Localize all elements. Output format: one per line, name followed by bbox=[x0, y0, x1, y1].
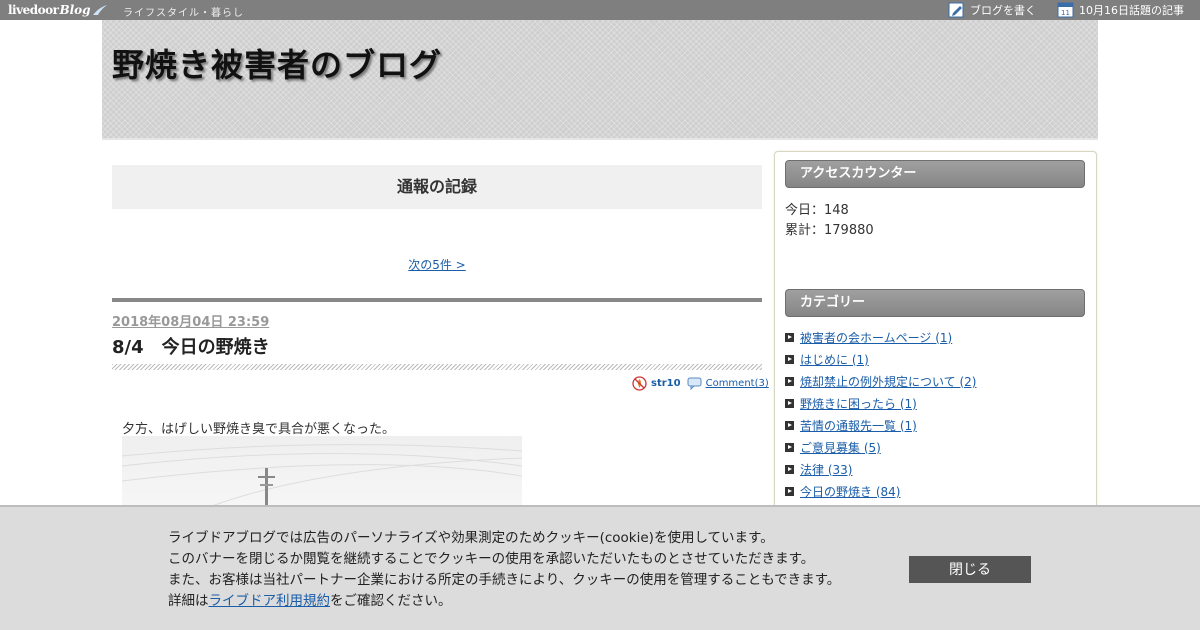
logo-blog-text: Blog bbox=[59, 3, 91, 17]
blog-title[interactable]: 野焼き被害者のブログ bbox=[112, 40, 442, 86]
pencil-icon bbox=[948, 2, 964, 18]
counter-today: 今日：148 bbox=[785, 203, 849, 218]
cookie-line-4-suffix: をご確認ください。 bbox=[330, 593, 452, 609]
category-link[interactable]: 今日の野焼き (84) bbox=[800, 483, 900, 500]
next-page-link[interactable]: 次の5件 > bbox=[408, 258, 466, 272]
category-link[interactable]: 野焼きに困ったら (1) bbox=[800, 395, 917, 412]
post-author[interactable]: str10 bbox=[651, 378, 681, 389]
list-item: ご意見募集 (5) bbox=[785, 436, 976, 458]
bullet-arrow-icon bbox=[785, 486, 794, 496]
title-underline bbox=[112, 364, 762, 370]
close-cookie-button[interactable]: 閉じる bbox=[909, 556, 1031, 583]
comment-link[interactable]: Comment(3) bbox=[706, 378, 769, 389]
pagination: 次の5件 > bbox=[112, 256, 762, 273]
category-link[interactable]: 焼却禁止の例外規定について (2) bbox=[800, 373, 976, 390]
bullet-arrow-icon bbox=[785, 464, 794, 474]
bullet-arrow-icon bbox=[785, 332, 794, 342]
cookie-notice-text: ライブドアブログでは広告のパーソナライズや効果測定のためクッキー(cookie)… bbox=[168, 528, 840, 612]
category-link[interactable]: はじめに (1) bbox=[800, 351, 869, 368]
bullet-arrow-icon bbox=[785, 354, 794, 364]
write-blog-label: ブログを書く bbox=[970, 3, 1036, 17]
blog-header: 野焼き被害者のブログ bbox=[102, 20, 1098, 140]
post-title[interactable]: 8/4 今日の野焼き bbox=[112, 333, 270, 359]
comment-icon bbox=[687, 377, 702, 390]
category-heading: カテゴリー bbox=[785, 289, 1085, 317]
bullet-arrow-icon bbox=[785, 442, 794, 452]
bullet-arrow-icon bbox=[785, 420, 794, 430]
cookie-line-4-prefix: 詳細は bbox=[168, 593, 209, 609]
fire-icon bbox=[632, 376, 647, 391]
category-link[interactable]: 苦情の通報先一覧 (1) bbox=[800, 417, 917, 434]
top-bar: livedoor Blog ライフスタイル・暮らし ブログを書く 11 10月1… bbox=[0, 0, 1200, 20]
bullet-arrow-icon bbox=[785, 398, 794, 408]
trending-articles-link[interactable]: 11 10月16日話題の記事 bbox=[1057, 1, 1184, 18]
post-body: 夕方、はげしい野焼き臭で具合が悪くなった。 bbox=[122, 422, 396, 437]
wing-icon bbox=[92, 5, 107, 15]
terms-of-use-link[interactable]: ライブドア利用規約 bbox=[209, 593, 331, 609]
access-counter-heading: アクセスカウンター bbox=[785, 160, 1085, 188]
calendar-icon: 11 bbox=[1057, 2, 1074, 18]
logo-livedoor-text: livedoor bbox=[8, 3, 59, 17]
post-meta: str10 Comment(3) bbox=[632, 376, 769, 391]
counter-total: 累計：179880 bbox=[785, 223, 874, 238]
calendar-day: 11 bbox=[1061, 9, 1070, 17]
blog-category[interactable]: ライフスタイル・暮らし bbox=[123, 4, 244, 19]
cookie-line-2: このバナーを閉じるか閲覧を継続することでクッキーの使用を承認いただいたものとさせ… bbox=[168, 551, 815, 567]
list-item: 苦情の通報先一覧 (1) bbox=[785, 414, 976, 436]
bullet-arrow-icon bbox=[785, 376, 794, 386]
list-item: 被害者の会ホームページ (1) bbox=[785, 326, 976, 348]
post-date[interactable]: 2018年08月04日 23:59 bbox=[112, 311, 269, 330]
category-link[interactable]: 被害者の会ホームページ (1) bbox=[800, 329, 952, 346]
cookie-line-1: ライブドアブログでは広告のパーソナライズや効果測定のためクッキー(cookie)… bbox=[168, 530, 774, 546]
list-item: 焼却禁止の例外規定について (2) bbox=[785, 370, 976, 392]
utility-pole-photo bbox=[122, 444, 522, 506]
category-title: 通報の記録 bbox=[112, 165, 762, 209]
livedoor-blog-logo[interactable]: livedoor Blog bbox=[8, 1, 108, 19]
list-item: 野焼きに困ったら (1) bbox=[785, 392, 976, 414]
category-link[interactable]: ご意見募集 (5) bbox=[800, 439, 881, 456]
list-item: 今日の野焼き (84) bbox=[785, 480, 976, 502]
trending-articles-label: 10月16日話題の記事 bbox=[1079, 3, 1184, 17]
category-list: 被害者の会ホームページ (1) はじめに (1) 焼却禁止の例外規定について (… bbox=[785, 326, 976, 502]
list-item: はじめに (1) bbox=[785, 348, 976, 370]
write-blog-link[interactable]: ブログを書く bbox=[948, 1, 1036, 18]
list-item: 法律 (33) bbox=[785, 458, 976, 480]
cookie-line-3: また、お客様は当社パートナー企業における所定の手続きにより、クッキーの使用を管理… bbox=[168, 572, 841, 588]
cookie-banner: ライブドアブログでは広告のパーソナライズや効果測定のためクッキー(cookie)… bbox=[0, 505, 1200, 630]
cookie-line-4: 詳細はライブドア利用規約をご確認ください。 bbox=[168, 591, 840, 612]
category-link[interactable]: 法律 (33) bbox=[800, 461, 852, 478]
post-photo[interactable] bbox=[122, 436, 522, 506]
post-divider bbox=[112, 298, 762, 302]
